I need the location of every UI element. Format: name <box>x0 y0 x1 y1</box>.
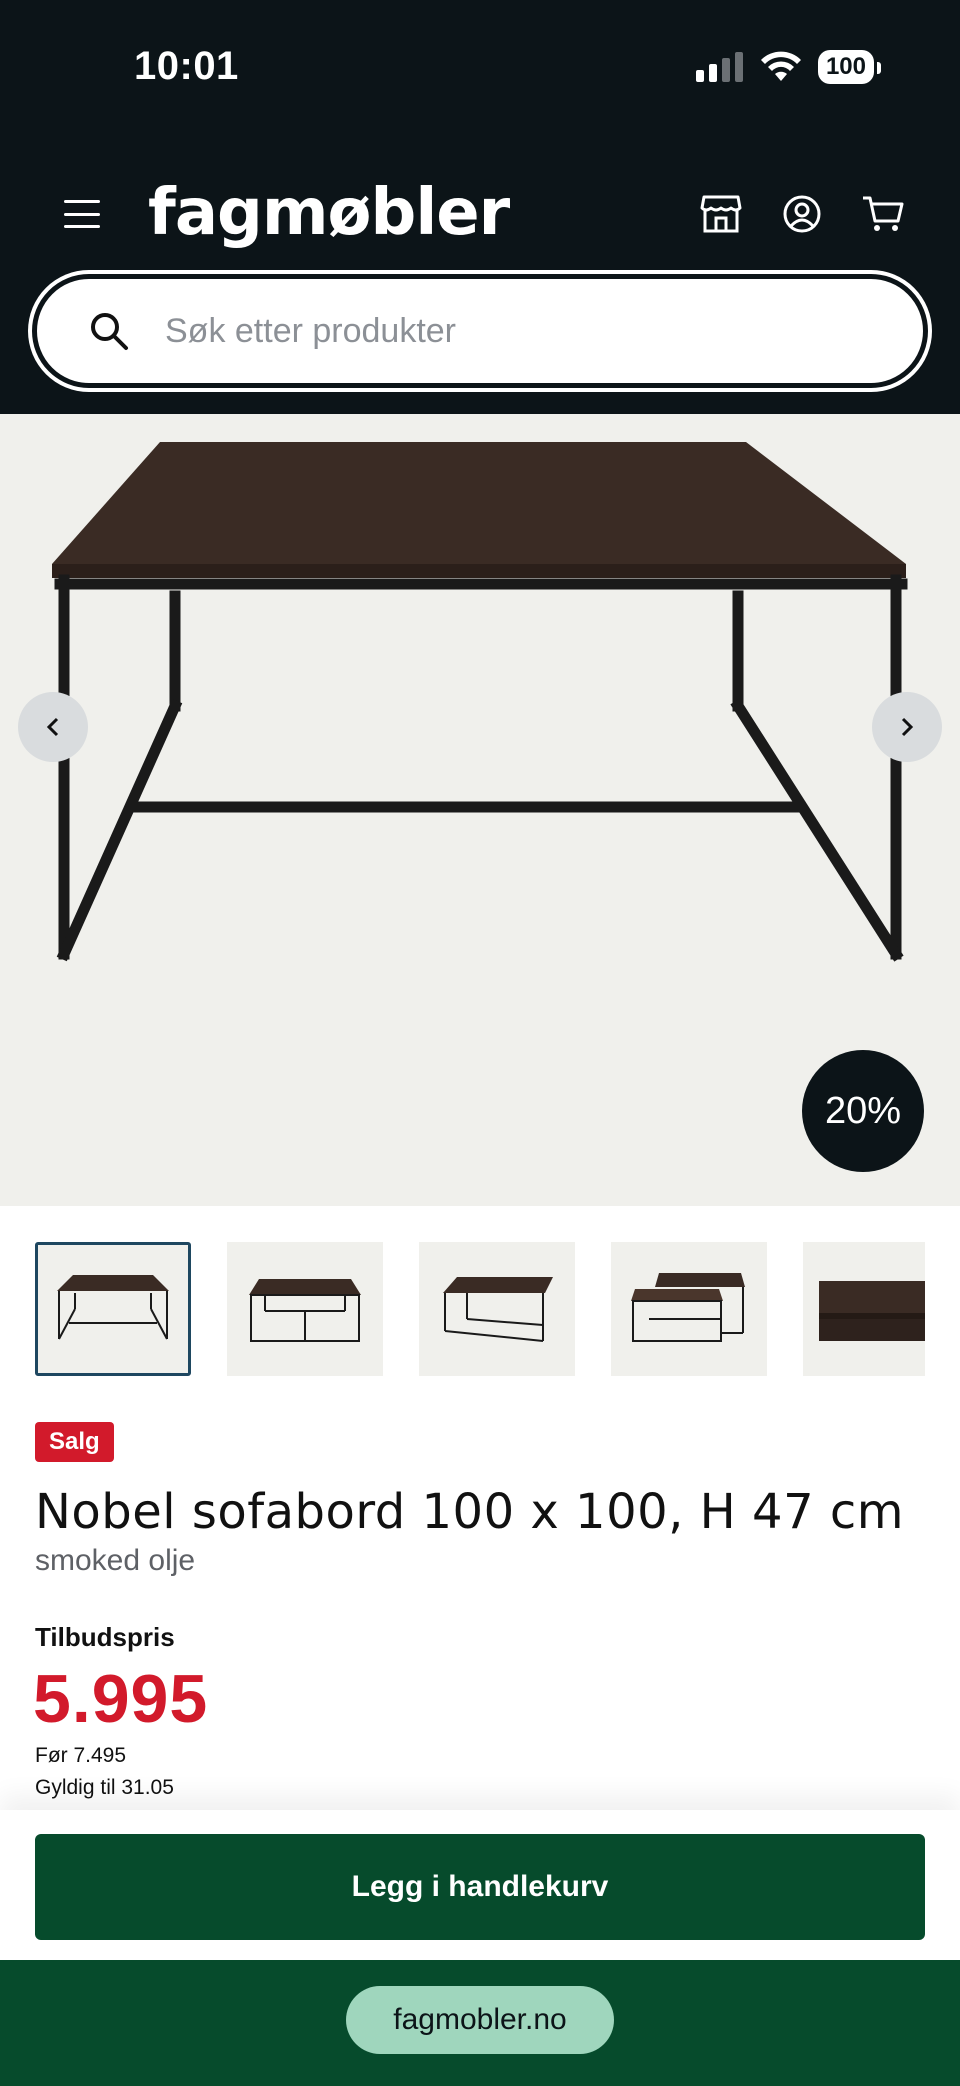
table-thumbnail-image <box>249 1279 361 1342</box>
tabletop-detail-thumbnail-image <box>819 1281 925 1341</box>
header: 10:01 100 fagmøbler <box>0 0 960 414</box>
thumbnail-strip[interactable] <box>35 1242 925 1378</box>
next-image-button[interactable] <box>872 692 942 762</box>
product-title: Nobel sofabord 100 x 100, H 47 cm <box>35 1484 905 1540</box>
price-label: Tilbudspris <box>35 1622 175 1652</box>
product-variant: smoked olje <box>35 1544 196 1577</box>
menu-icon[interactable] <box>64 200 100 228</box>
table-thumbnail-image <box>57 1275 169 1340</box>
sale-price: 5.995 <box>33 1661 209 1737</box>
wifi-icon <box>760 51 801 81</box>
search-bar[interactable] <box>32 274 928 388</box>
thumbnail[interactable] <box>611 1242 767 1376</box>
header-actions <box>700 194 904 234</box>
chevron-left-icon <box>46 717 59 737</box>
url-pill[interactable]: fagmobler.no <box>346 1986 614 2054</box>
account-icon[interactable] <box>782 194 822 234</box>
thumbnail[interactable] <box>35 1242 191 1376</box>
logo[interactable]: fagmøbler <box>148 176 510 250</box>
signal-icon <box>695 52 743 82</box>
add-to-cart-button[interactable]: Legg i handlekurv <box>35 1834 925 1940</box>
nesting-tables-thumbnail-image <box>631 1273 745 1342</box>
table-thumbnail-image <box>443 1277 553 1342</box>
search-input[interactable] <box>165 311 815 351</box>
sale-badge: Salg <box>35 1422 114 1462</box>
chevron-right-icon <box>901 717 914 737</box>
previous-image-button[interactable] <box>18 692 88 762</box>
cart-icon[interactable] <box>862 194 904 234</box>
status-icons: 100 <box>695 50 882 84</box>
status-time: 10:01 <box>134 44 239 88</box>
thumbnail[interactable] <box>419 1242 575 1376</box>
store-icon[interactable] <box>700 194 742 234</box>
original-price: Før 7.495 <box>35 1744 127 1767</box>
battery-indicator: 100 <box>817 50 882 84</box>
thumbnail[interactable] <box>227 1242 383 1376</box>
browser-bottom-bar: fagmobler.no <box>0 1960 960 2086</box>
discount-badge: 20% <box>802 1050 924 1172</box>
thumbnail[interactable] <box>803 1242 925 1376</box>
offer-valid-until: Gyldig til 31.05 <box>35 1776 174 1799</box>
search-icon <box>91 313 128 350</box>
product-image-carousel[interactable]: 20% <box>0 414 960 1206</box>
